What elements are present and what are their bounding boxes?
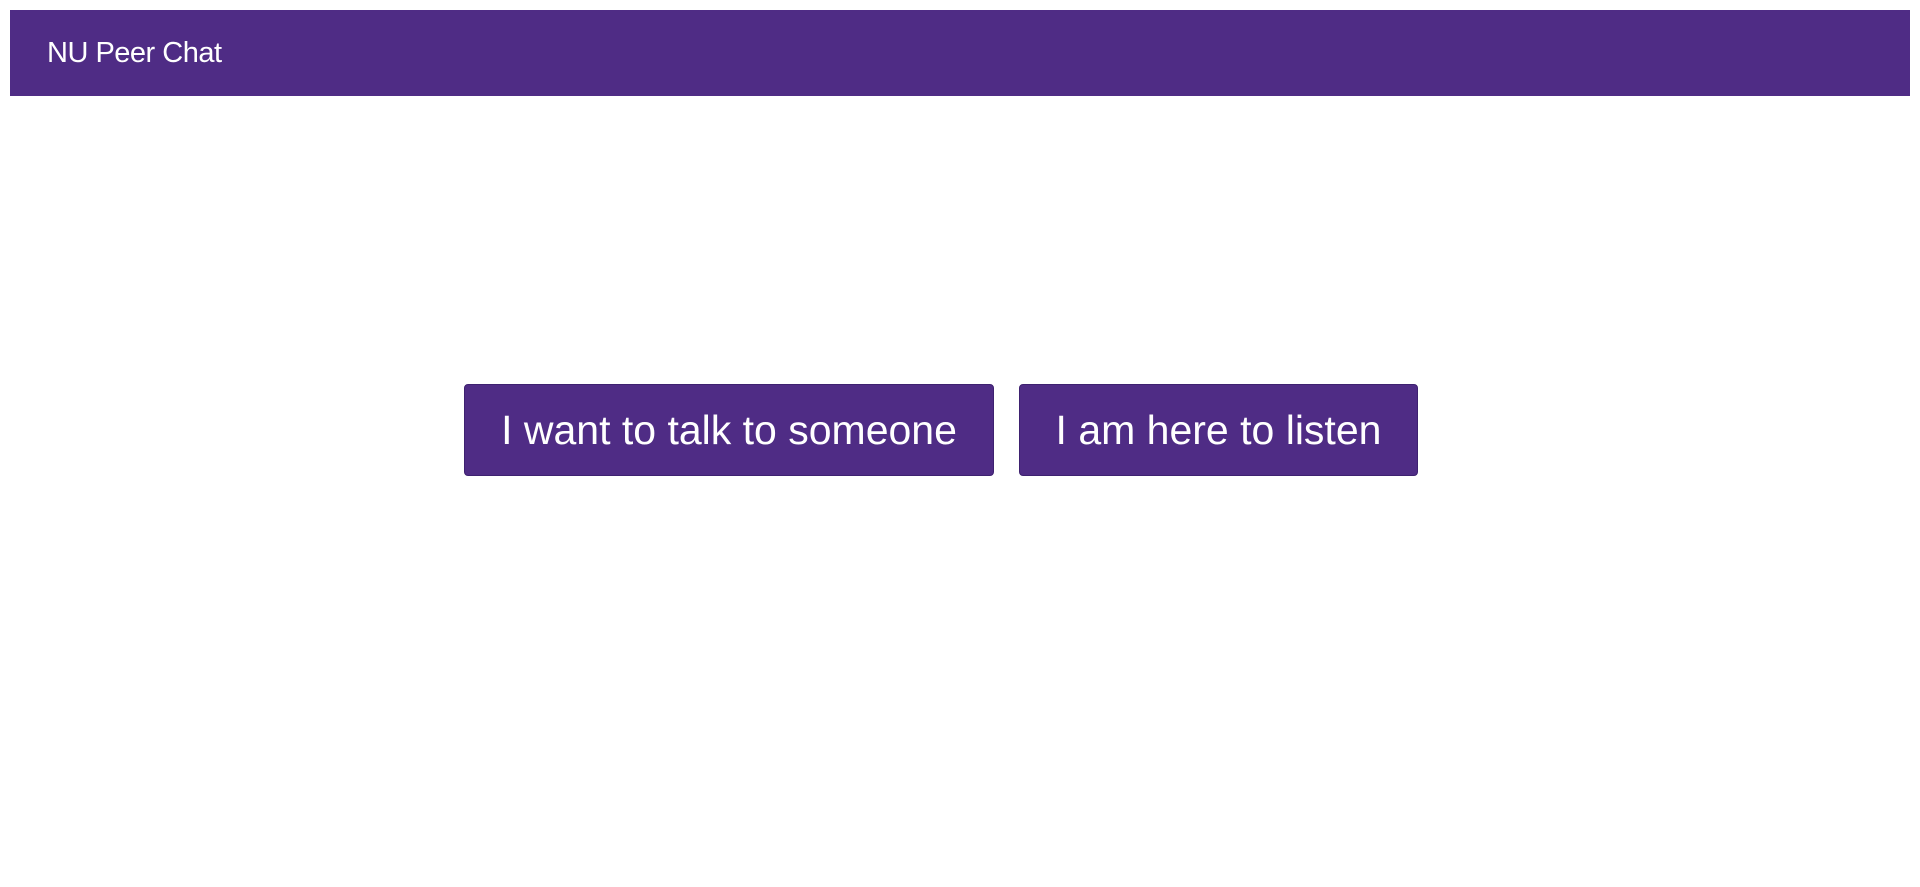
- talk-to-someone-button[interactable]: I want to talk to someone: [464, 384, 994, 476]
- main-content: I want to talk to someone I am here to l…: [0, 0, 1920, 887]
- here-to-listen-button[interactable]: I am here to listen: [1019, 384, 1418, 476]
